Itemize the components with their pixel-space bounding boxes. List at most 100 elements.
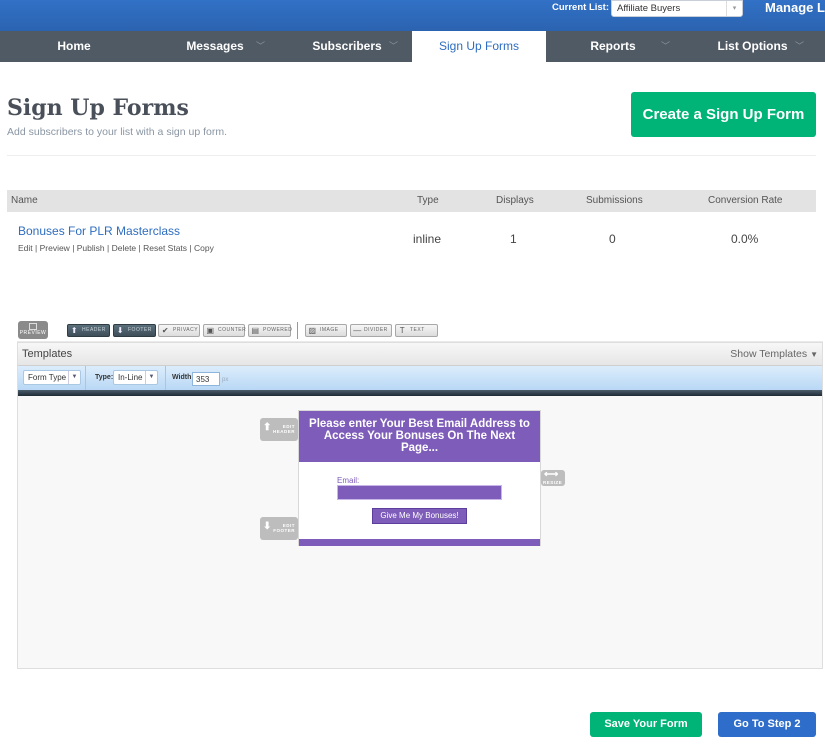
top-bar: Current List: Affiliate Buyers ▾ Manage … (0, 0, 825, 31)
column-header-name[interactable]: Name (11, 190, 38, 212)
nav-item-label: Reports (590, 39, 636, 53)
arrow-up-icon: ⬆ (70, 326, 79, 335)
form-headline[interactable]: Please enter Your Best Email Address to … (299, 411, 540, 462)
row-actions: Edit | Preview | Publish | Delete | Rese… (18, 243, 214, 253)
chevron-down-icon: ﹀ (795, 41, 805, 51)
image-icon: ▨ (308, 326, 317, 335)
nav-item-label: Subscribers (312, 39, 382, 53)
add-image-button[interactable]: ▨ IMAGE (305, 324, 347, 337)
options-divider (85, 366, 86, 390)
current-list-label: Current List: (552, 2, 609, 13)
column-header-type[interactable]: Type (417, 190, 439, 212)
form-type-value: Form Type (28, 373, 67, 382)
button-label: PRIVACY (173, 327, 199, 333)
options-divider (165, 366, 166, 390)
resize-arrows-icon: ⟷ (544, 469, 559, 480)
divider (7, 155, 816, 156)
nav-item-home[interactable]: Home (0, 31, 148, 62)
counter-toggle-button[interactable]: ▣ COUNTER (203, 324, 247, 337)
button-label: IMAGE (320, 327, 339, 333)
table-header: Name Type Displays Submissions Conversio… (7, 190, 816, 212)
form-footer[interactable] (299, 539, 540, 546)
create-sign-up-form-button[interactable]: Create a Sign Up Form (631, 92, 816, 137)
type-select[interactable]: In-Line ▼ (113, 370, 158, 385)
chevron-down-icon: ﹀ (389, 41, 399, 51)
cell-conversion-rate: 0.0% (731, 232, 759, 246)
nav-item-sign-up-forms[interactable]: Sign Up Forms (412, 31, 546, 62)
email-input[interactable] (337, 485, 502, 500)
edit-link[interactable]: Edit (18, 243, 33, 253)
column-header-submissions[interactable]: Submissions (586, 190, 643, 212)
nav-item-reports[interactable]: Reports ﹀ (546, 31, 680, 62)
page-subtitle: Add subscribers to your list with a sign… (7, 126, 228, 138)
current-list-value: Affiliate Buyers (617, 3, 681, 14)
go-to-step-2-button[interactable]: Go To Step 2 (718, 712, 816, 737)
current-list-select[interactable]: Affiliate Buyers ▾ (611, 0, 743, 17)
text-icon: T (399, 326, 406, 335)
width-input[interactable] (192, 372, 220, 386)
form-name-link[interactable]: Bonuses For PLR Masterclass (18, 224, 180, 238)
caret-down-icon: ▼ (68, 371, 80, 384)
save-form-button[interactable]: Save Your Form (590, 712, 702, 737)
arrow-down-icon: ⬇ (116, 326, 125, 335)
privacy-toggle-button[interactable]: ✔ PRIVACY (158, 324, 200, 337)
show-templates-toggle[interactable]: Show Templates ▼ (730, 348, 818, 360)
preview-icon (29, 323, 37, 330)
nav-item-label: Sign Up Forms (438, 39, 520, 53)
signup-form-preview: Please enter Your Best Email Address to … (298, 410, 541, 546)
nav-item-label: Messages (186, 39, 244, 53)
button-label: HEADER (82, 327, 106, 333)
nav-item-subscribers[interactable]: Subscribers ﹀ (282, 31, 412, 62)
email-label: Email: (337, 476, 360, 485)
nav-item-messages[interactable]: Messages ﹀ (148, 31, 282, 62)
nav-item-list-options[interactable]: List Options ﹀ (680, 31, 825, 62)
templates-bar: Templates Show Templates ▼ (18, 343, 822, 366)
checkmark-icon: ✔ (161, 326, 170, 335)
width-unit: px (222, 377, 229, 383)
form-type-select[interactable]: Form Type ▼ (23, 370, 81, 385)
column-header-displays[interactable]: Displays (496, 190, 534, 212)
footer-toggle-button[interactable]: ⬇ FOOTER (113, 324, 156, 337)
edit-header-label: EDIT HEADER (273, 424, 295, 434)
powered-toggle-button[interactable]: ▤ POWERED (248, 324, 293, 337)
arrow-down-icon: ⬇ (263, 521, 272, 532)
width-label: Width: (172, 374, 194, 381)
chevron-down-icon: ﹀ (661, 41, 671, 51)
button-label: COUNTER (218, 327, 247, 333)
button-label: POWERED (263, 327, 293, 333)
edit-footer-label: EDIT FOOTER (273, 523, 295, 533)
label-line: FOOTER (273, 528, 295, 533)
cell-submissions: 0 (609, 232, 616, 246)
caret-down-icon: ▼ (145, 371, 157, 384)
resize-handle[interactable]: ⟷ RESIZE (541, 469, 565, 486)
add-text-button[interactable]: T TEXT (395, 324, 438, 337)
resize-label: RESIZE (543, 480, 563, 485)
preview-button[interactable]: PREVIEW (18, 321, 48, 339)
header-toggle-button[interactable]: ⬆ HEADER (67, 324, 110, 337)
manage-lists-link[interactable]: Manage Lis (765, 0, 825, 15)
column-header-conversion-rate[interactable]: Conversion Rate (708, 190, 782, 212)
publish-link[interactable]: Publish (77, 243, 105, 253)
copy-link[interactable]: Copy (194, 243, 214, 253)
button-label: DIVIDER (364, 327, 388, 333)
templates-title: Templates (22, 348, 73, 360)
submit-button[interactable]: Give Me My Bonuses! (372, 508, 467, 524)
delete-link[interactable]: Delete (112, 243, 137, 253)
toolbar-separator (297, 322, 298, 339)
preview-label: PREVIEW (19, 330, 47, 336)
powered-icon: ▤ (251, 326, 260, 335)
button-label: FOOTER (128, 327, 152, 333)
reset-stats-link[interactable]: Reset Stats (143, 243, 187, 253)
type-value: In-Line (118, 373, 143, 382)
main-nav: Home Messages ﹀ Subscribers ﹀ Sign Up Fo… (0, 31, 825, 62)
edit-header-button[interactable]: ⬆ EDIT HEADER (260, 418, 298, 441)
button-label: TEXT (410, 327, 425, 333)
chevron-down-icon: ▾ (726, 1, 742, 16)
nav-item-label: Home (57, 39, 91, 53)
chevron-down-icon: ﹀ (256, 41, 266, 51)
preview-link[interactable]: Preview (40, 243, 70, 253)
cell-displays: 1 (510, 232, 517, 246)
arrow-up-icon: ⬆ (263, 422, 272, 433)
add-divider-button[interactable]: — DIVIDER (350, 324, 392, 337)
edit-footer-button[interactable]: ⬇ EDIT FOOTER (260, 517, 298, 540)
